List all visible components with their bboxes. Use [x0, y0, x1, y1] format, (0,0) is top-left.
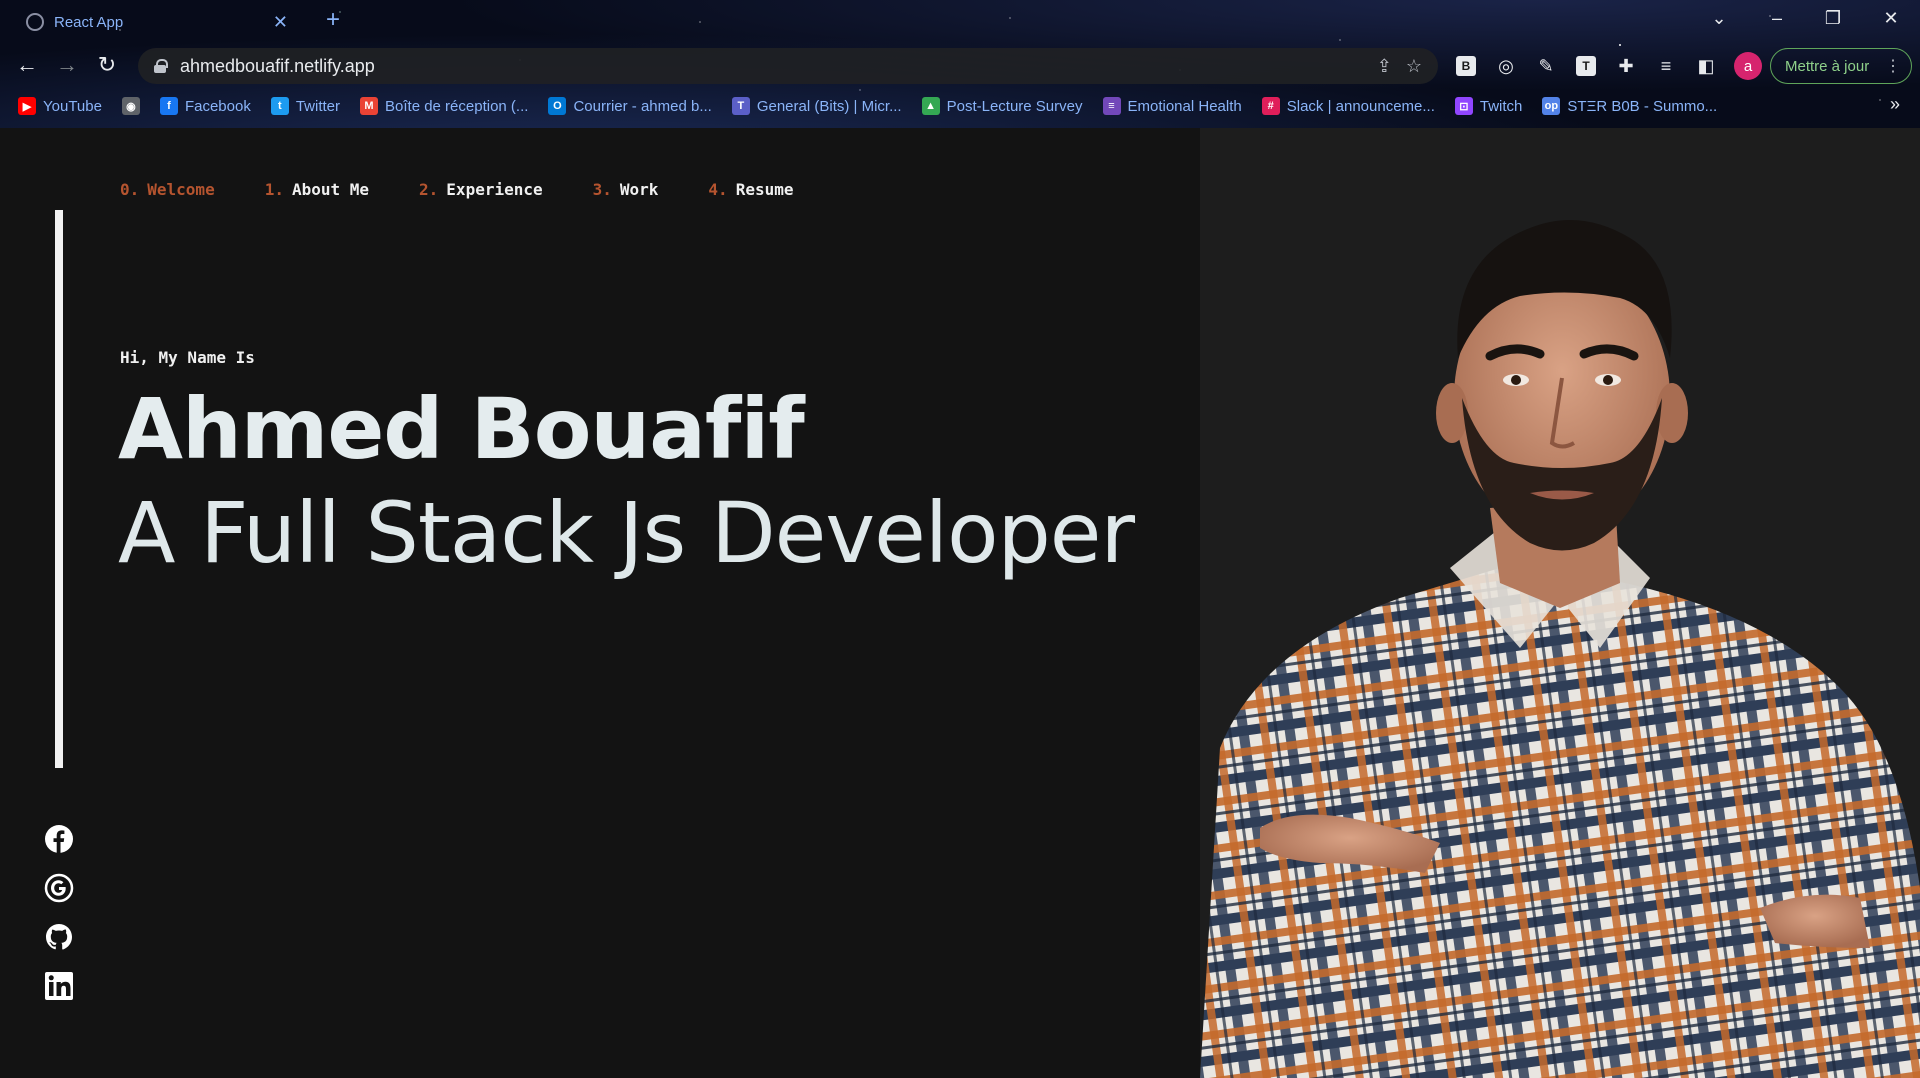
outlook-icon: O [548, 97, 567, 115]
hero-role: A Full Stack Js Developer [118, 484, 1135, 582]
twitter-icon: t [270, 97, 289, 115]
hero-name: Ahmed Bouafif [118, 380, 805, 478]
extensions-puzzle-icon[interactable]: ✚ [1614, 54, 1638, 78]
bookmark-opgg[interactable]: op STΞR B0B - Summo... [1542, 97, 1717, 115]
more-bookmarks-icon[interactable]: » [1890, 94, 1900, 115]
google-icon[interactable] [44, 873, 74, 903]
slack-icon: # [1261, 97, 1280, 115]
nav-item-label: About Me [291, 180, 370, 199]
bookmark-facebook[interactable]: f Facebook [159, 97, 251, 115]
lock-icon[interactable] [154, 59, 168, 73]
linkedin-icon[interactable] [44, 971, 74, 1001]
nav-item-number: 1. [264, 180, 284, 199]
close-window-icon[interactable]: ✕ [1876, 8, 1906, 29]
restore-icon[interactable]: ❐ [1818, 8, 1848, 29]
nav-item-work[interactable]: 3. Work [593, 180, 659, 199]
bookmark-gmail[interactable]: M Boîte de réception (... [360, 97, 528, 115]
extension-t-icon[interactable]: T [1574, 54, 1598, 78]
bookmark-twitch[interactable]: ⊡ Twitch [1454, 97, 1523, 115]
facebook-icon: f [159, 97, 178, 115]
portfolio-page: 0. Welcome 1. About Me 2. Experience 3. Work 4. R… [0, 128, 1920, 1078]
nav-item-number: 4. [708, 180, 728, 199]
bookmark-label: Facebook [184, 97, 251, 115]
bookmark-outlook[interactable]: O Courrier - ahmed b... [548, 97, 712, 115]
gmail-icon: M [360, 97, 379, 115]
tab-title: React App [54, 13, 124, 31]
drive-icon: ▲ [921, 97, 940, 115]
menu-dots-icon[interactable]: ⋮ [1885, 56, 1901, 76]
bookmark-label: Post-Lecture Survey [946, 97, 1083, 115]
reload-icon[interactable]: ↻ [92, 52, 122, 78]
greeting-text: Hi, My Name Is [120, 348, 255, 367]
bookmark-forms[interactable]: ≡ Emotional Health [1102, 97, 1242, 115]
bookmark-label: Twitch [1479, 97, 1523, 115]
close-tab-icon[interactable]: ✕ [273, 12, 288, 33]
bookmark-star-icon[interactable]: ☆ [1406, 56, 1422, 77]
globe-icon [26, 13, 44, 31]
bookmark-youtube[interactable]: ▶ YouTube [18, 97, 102, 115]
nav-item-label: Welcome [147, 180, 215, 199]
nav-item-number: 0. [120, 180, 140, 199]
github-icon[interactable] [44, 922, 74, 952]
facebook-icon[interactable] [44, 824, 74, 854]
update-button[interactable]: Mettre à jour ⋮ [1770, 48, 1912, 84]
bookmarks-bar: ▶ YouTube ◉ f Facebook t Twitter M Boîte de réce… [0, 94, 1920, 118]
nav-item-label: Work [619, 180, 659, 199]
opgg-icon: op [1542, 97, 1561, 115]
url-text[interactable]: ahmedbouafif.netlify.app [180, 56, 1363, 77]
bookmark-label: Slack | announceme... [1286, 97, 1435, 115]
site-nav: 0. Welcome 1. About Me 2. Experience 3. Work 4. R… [120, 180, 843, 199]
bookmark-label: YouTube [43, 97, 102, 115]
browser-chrome: React App ✕ + ⌄ – ❐ ✕ ← → ↻ ahmedbouafif… [0, 0, 1920, 128]
twitch-icon: ⊡ [1454, 97, 1473, 115]
bookmark-label: STΞR B0B - Summo... [1567, 97, 1718, 115]
reading-list-icon[interactable]: ≡ [1654, 54, 1678, 78]
bookmark-label: Twitter [295, 97, 341, 115]
profile-photo [1200, 128, 1920, 1078]
nav-item-number: 3. [592, 180, 612, 199]
extension-pen-icon[interactable]: ✎ [1534, 54, 1558, 78]
youtube-icon: ▶ [18, 97, 36, 115]
left-accent-bar [55, 210, 63, 768]
forward-icon[interactable]: → [52, 52, 82, 78]
bookmark-globe[interactable]: ◉ [121, 97, 140, 115]
minimize-icon[interactable]: – [1762, 8, 1792, 29]
bookmark-label: Courrier - ahmed b... [573, 97, 712, 115]
address-bar[interactable]: ahmedbouafif.netlify.app ⇪ ☆ [138, 48, 1438, 84]
globe-icon: ◉ [121, 97, 140, 115]
teams-icon: T [731, 97, 750, 115]
forms-icon: ≡ [1102, 97, 1121, 115]
side-panel-icon[interactable]: ◧ [1694, 54, 1718, 78]
bookmark-label: General (Bits) | Micr... [756, 97, 902, 115]
nav-item-about-me[interactable]: 1. About Me [265, 180, 369, 199]
bookmark-drive[interactable]: ▲ Post-Lecture Survey [921, 97, 1083, 115]
bookmark-teams[interactable]: T General (Bits) | Micr... [731, 97, 902, 115]
share-icon[interactable]: ⇪ [1377, 56, 1392, 77]
extension-target-icon[interactable]: ◎ [1494, 54, 1518, 78]
extension-b-icon[interactable]: B [1454, 54, 1478, 78]
nav-item-label: Experience [446, 180, 543, 199]
tab-search-icon[interactable]: ⌄ [1704, 8, 1734, 29]
nav-item-resume[interactable]: 4. Resume [708, 180, 793, 199]
nav-item-label: Resume [735, 180, 794, 199]
new-tab-icon[interactable]: + [326, 6, 340, 34]
toolbar: ← → ↻ ahmedbouafif.netlify.app ⇪ ☆ B ◎ ✎… [0, 46, 1920, 86]
nav-item-welcome[interactable]: 0. Welcome [120, 180, 215, 199]
back-icon[interactable]: ← [12, 52, 42, 78]
browser-tab[interactable]: React App ✕ [12, 4, 302, 40]
bookmark-twitter[interactable]: t Twitter [270, 97, 341, 115]
social-links [44, 824, 74, 1001]
bookmark-slack[interactable]: # Slack | announceme... [1261, 97, 1435, 115]
nav-item-experience[interactable]: 2. Experience [419, 180, 543, 199]
bookmark-label: Boîte de réception (... [385, 97, 529, 115]
profile-avatar[interactable]: a [1734, 52, 1762, 80]
bookmark-label: Emotional Health [1127, 97, 1242, 115]
nav-item-number: 2. [419, 180, 439, 199]
update-button-label: Mettre à jour [1785, 57, 1870, 75]
